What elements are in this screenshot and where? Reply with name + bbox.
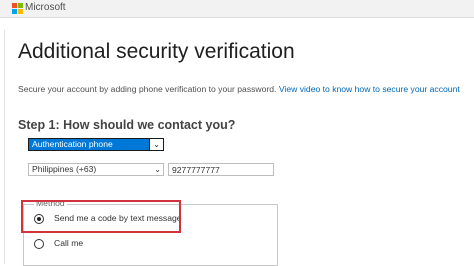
dropdown-button[interactable]: ⌄ (149, 139, 163, 150)
intro-text: Secure your account by adding phone veri… (18, 84, 277, 94)
highlight-box (21, 200, 181, 233)
content-frame-border (4, 30, 5, 264)
contact-method-select[interactable]: Authentication phone ⌄ (28, 138, 164, 151)
intro-paragraph: Secure your account by adding phone veri… (18, 84, 460, 94)
country-value: Philippines (+63) (32, 164, 97, 174)
step1-title: Step 1: How should we contact you? (18, 118, 236, 132)
microsoft-logo-icon (12, 3, 23, 14)
radio-button[interactable] (34, 239, 44, 249)
video-link[interactable]: View video to know how to secure your ac… (279, 84, 460, 94)
contact-method-value: Authentication phone (32, 139, 113, 149)
option-label: Call me (54, 238, 84, 248)
country-select[interactable]: Philippines (+63) ⌄ (28, 163, 164, 176)
top-bar: Microsoft (0, 0, 474, 18)
chevron-down-icon: ⌄ (153, 140, 160, 149)
brand-name: Microsoft (25, 2, 66, 13)
page-title: Additional security verification (18, 40, 295, 63)
phone-number-input[interactable] (168, 163, 274, 176)
chevron-down-icon: ⌄ (154, 165, 161, 174)
